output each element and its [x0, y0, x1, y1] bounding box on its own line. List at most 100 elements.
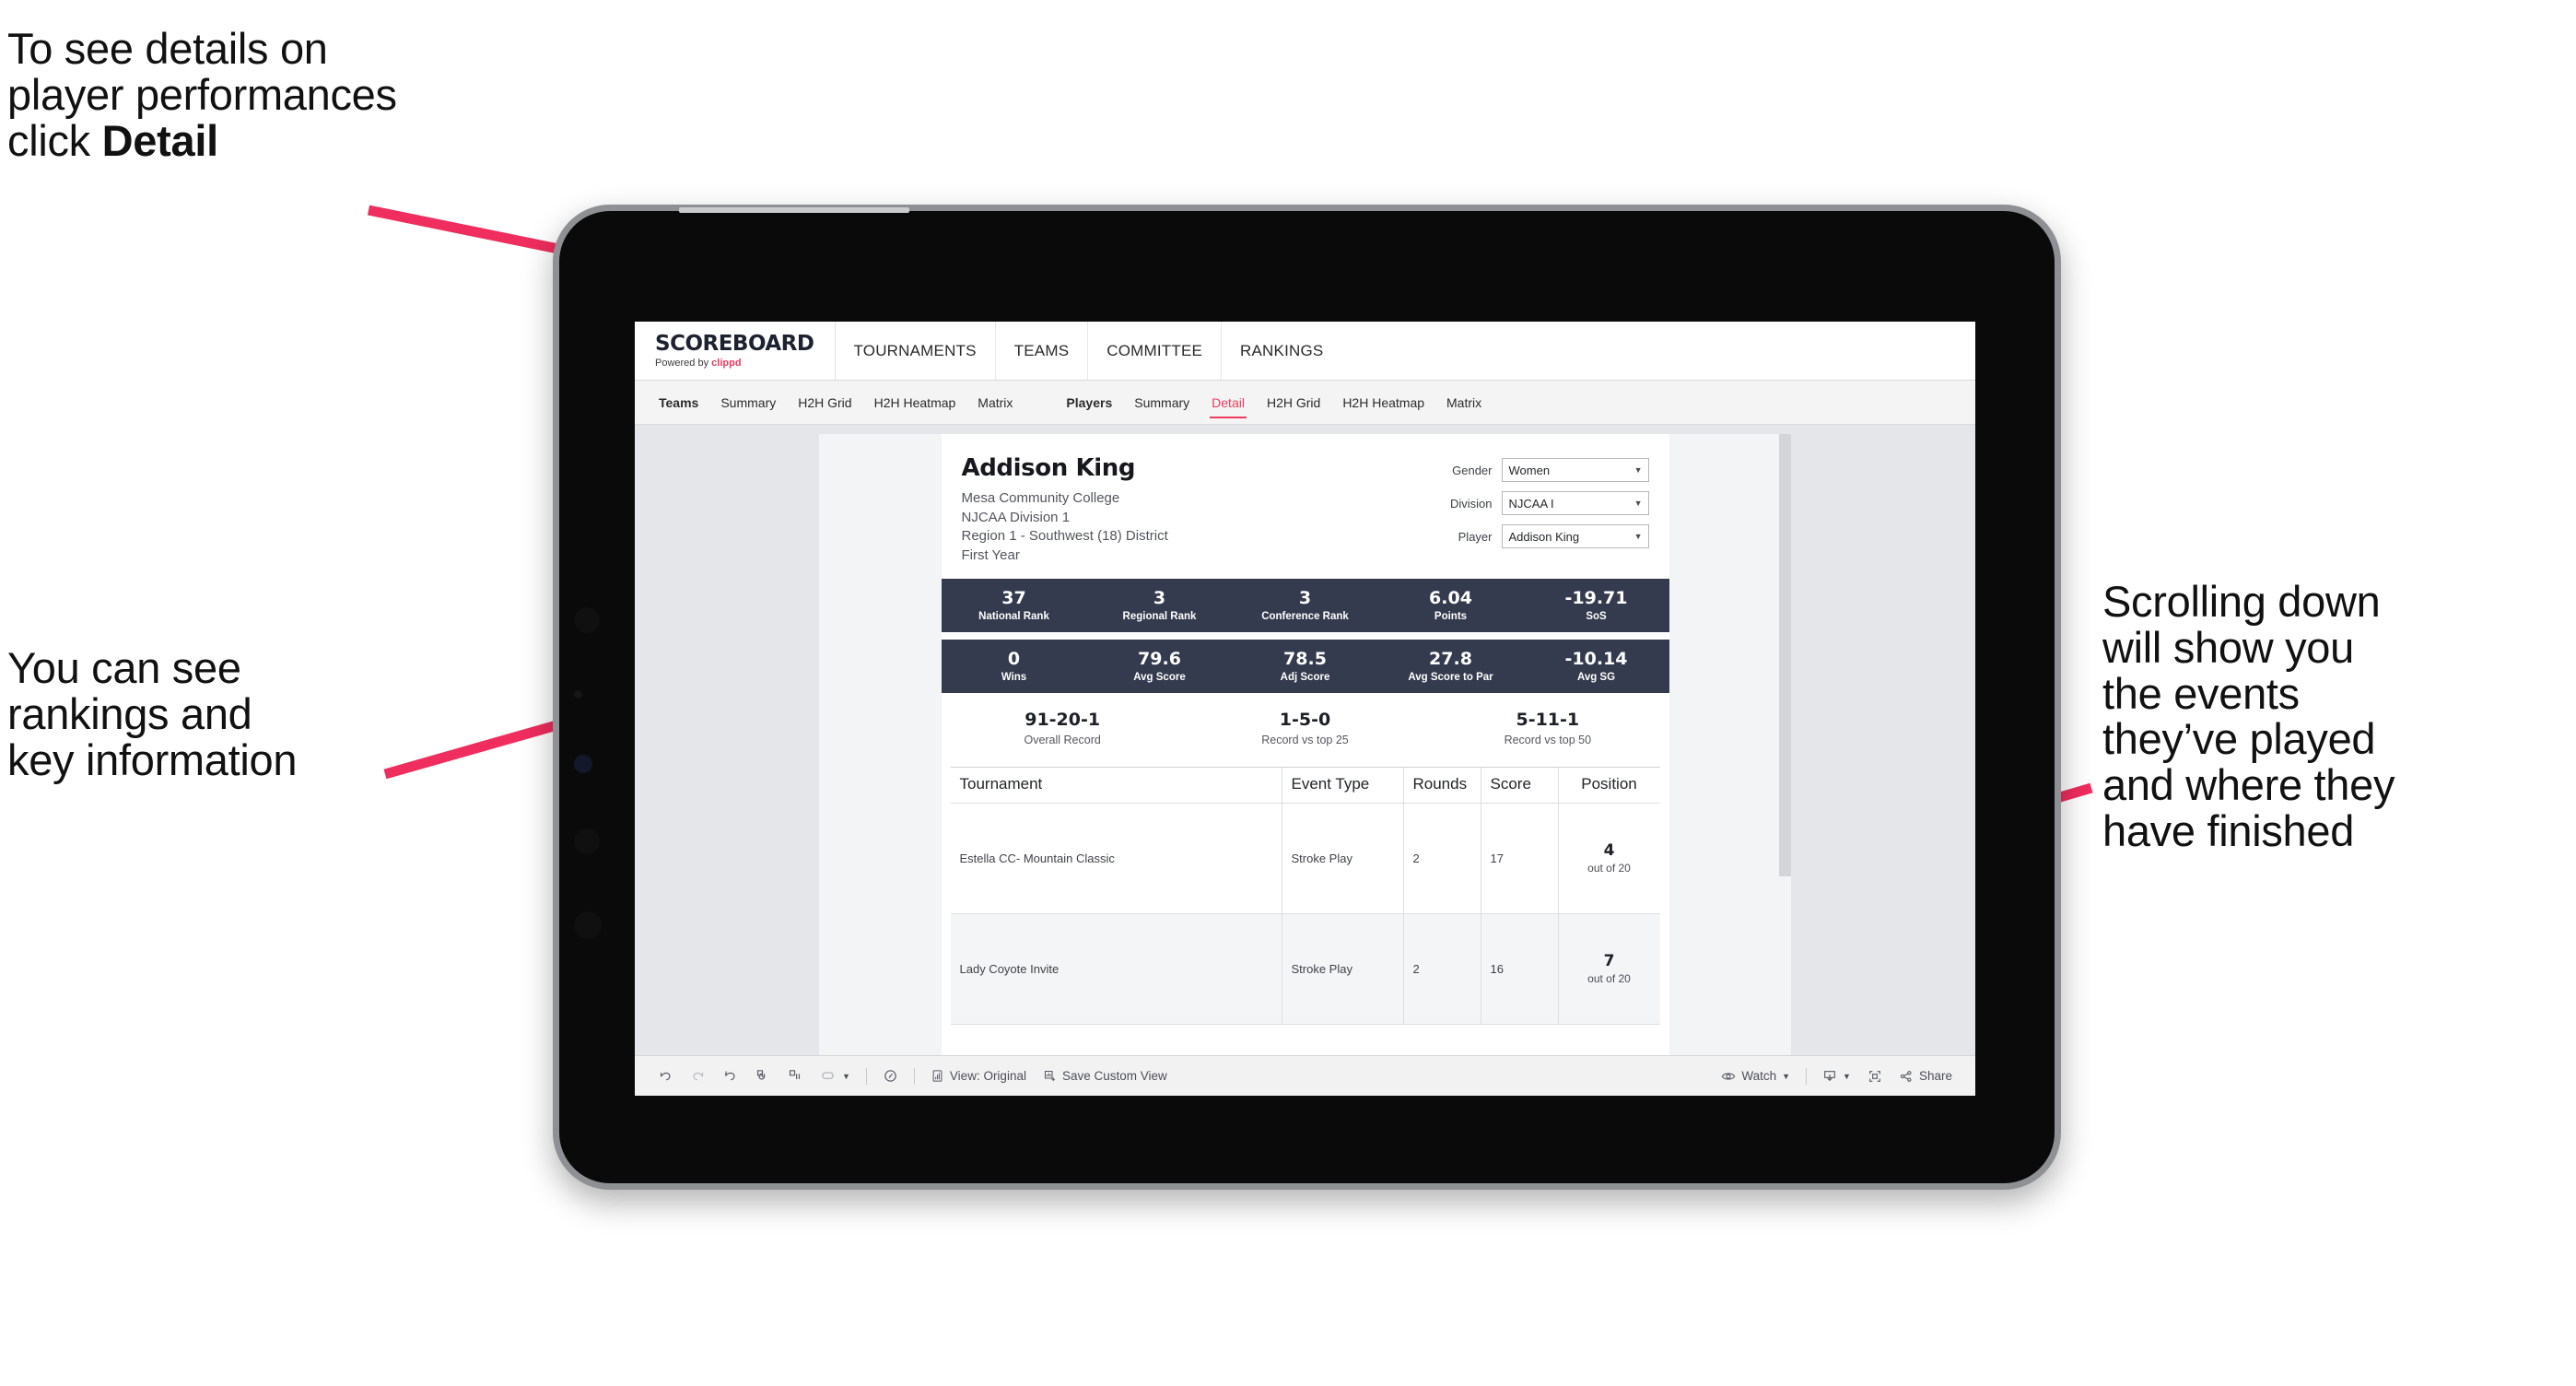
tablet-sensor-dot: [574, 607, 600, 633]
device-preview-icon: [819, 1068, 837, 1084]
tab-players-summary[interactable]: Summary: [1123, 381, 1200, 424]
share-button[interactable]: Share: [1891, 1069, 1961, 1084]
tab-players-h2h-heatmap[interactable]: H2H Heatmap: [1331, 381, 1435, 424]
column-header-score: Score: [1481, 767, 1559, 804]
chevron-down-icon: ▼: [1633, 465, 1643, 475]
nav-item-committee[interactable]: COMMITTEE: [1088, 322, 1223, 380]
gender-select[interactable]: Women ▼: [1501, 458, 1649, 482]
callout-scroll-note: Scrolling down will show you the events …: [2102, 577, 2395, 856]
undo-button[interactable]: [650, 1068, 682, 1084]
undo-icon: [658, 1068, 673, 1084]
tab-teams-h2h-heatmap[interactable]: H2H Heatmap: [863, 381, 967, 424]
filter-player: Player Addison King ▼: [1410, 524, 1649, 548]
download-button[interactable]: ▼: [1814, 1069, 1859, 1084]
stat-value: 6.04: [1429, 587, 1472, 608]
refresh-data-button[interactable]: [746, 1068, 779, 1084]
gender-select-value: Women: [1508, 463, 1551, 477]
stat-value: 3: [1298, 587, 1312, 608]
tab-teams-h2h-grid[interactable]: H2H Grid: [787, 381, 862, 424]
position-field-size: out of 20: [1587, 972, 1631, 986]
division-select[interactable]: NJCAA I ▼: [1501, 491, 1649, 515]
position-value: 7: [1603, 952, 1615, 971]
filter-division: Division NJCAA I ▼: [1410, 491, 1649, 515]
stat-national-rank: 37 National Rank: [942, 579, 1087, 632]
nav-item-rankings[interactable]: RANKINGS: [1222, 322, 1341, 380]
player-school: Mesa Community College: [961, 490, 1120, 506]
full-screen-button[interactable]: [1859, 1069, 1891, 1084]
tablet-sensor-dot: [574, 690, 582, 699]
redo-icon: [690, 1068, 706, 1084]
stat-value: 79.6: [1138, 648, 1181, 669]
watch-button[interactable]: Watch ▼: [1713, 1069, 1798, 1084]
stat-label: Conference Rank: [1261, 610, 1349, 622]
record-label: Record vs top 50: [1504, 733, 1592, 746]
cell-rounds: 2: [1403, 803, 1481, 914]
stat-value: 27.8: [1429, 648, 1472, 669]
position-value: 4: [1603, 841, 1615, 861]
record-value: 1-5-0: [1279, 709, 1331, 730]
stat-label: Points: [1434, 610, 1468, 622]
record-overall: 91-20-1 Overall Record: [942, 710, 1184, 746]
tab-players-detail[interactable]: Detail: [1200, 381, 1256, 424]
player-region: Region 1 - Southwest (18) District: [961, 528, 1168, 545]
player-identity: Addison King Mesa Community College NJCA…: [962, 454, 1410, 566]
stat-label: Avg Score to Par: [1408, 671, 1493, 683]
player-division: NJCAA Division 1: [961, 509, 1071, 525]
stat-label: National Rank: [978, 610, 1049, 622]
stat-value: -10.14: [1564, 648, 1628, 669]
tab-teams[interactable]: Teams: [648, 381, 709, 424]
redo-button[interactable]: [682, 1068, 714, 1084]
stats-band-scoring: 0 Wins 79.6 Avg Score 78.5 Adj Score 27.…: [941, 639, 1669, 693]
stat-regional-rank: 3 Regional Rank: [1087, 579, 1233, 632]
table-row[interactable]: Estella CC- Mountain Classic Stroke Play…: [950, 803, 1660, 914]
stat-value: 37: [1001, 587, 1026, 608]
watch-label: Watch: [1741, 1069, 1777, 1083]
position-field-size: out of 20: [1587, 862, 1631, 875]
chevron-down-icon: ▼: [842, 1071, 850, 1081]
tablet-camera-icon: [574, 755, 592, 773]
player-detail-card: Addison King Mesa Community College NJCA…: [941, 434, 1669, 1096]
cell-position: 4 out of 20: [1558, 804, 1660, 914]
column-header-rounds: Rounds: [1403, 767, 1481, 804]
record-vs-top-25: 1-5-0 Record vs top 25: [1184, 710, 1426, 746]
app-screen: SCOREBOARD Powered by clippd TOURNAMENTS…: [635, 322, 1975, 1096]
share-icon: [1899, 1069, 1914, 1084]
data-details-button[interactable]: [874, 1068, 907, 1084]
stat-label: SoS: [1586, 610, 1607, 622]
player-select[interactable]: Addison King ▼: [1501, 524, 1649, 548]
pause-updates-button[interactable]: [779, 1068, 811, 1084]
stat-label: Regional Rank: [1122, 610, 1197, 622]
toolbar-divider: [865, 1067, 867, 1085]
vertical-scrollbar[interactable]: [1779, 434, 1791, 876]
stat-value: 3: [1153, 587, 1166, 608]
brand-logo[interactable]: SCOREBOARD Powered by clippd: [635, 322, 836, 380]
save-custom-view-label: Save Custom View: [1061, 1069, 1167, 1083]
view-original-button[interactable]: View: Original: [922, 1069, 1035, 1083]
page-title: Addison King: [961, 454, 1136, 482]
toolbar-divider: [913, 1067, 915, 1085]
tab-players[interactable]: Players: [1055, 381, 1123, 424]
nav-item-tournaments[interactable]: TOURNAMENTS: [836, 322, 996, 380]
tab-teams-matrix[interactable]: Matrix: [966, 381, 1024, 424]
stat-adj-score: 78.5 Adj Score: [1233, 640, 1378, 693]
column-header-tournament: Tournament: [950, 767, 1282, 804]
record-summary-row: 91-20-1 Overall Record 1-5-0 Record vs t…: [941, 692, 1669, 761]
save-custom-view-button[interactable]: Save Custom View: [1035, 1069, 1176, 1083]
tab-teams-summary[interactable]: Summary: [709, 381, 787, 424]
player-header: Addison King Mesa Community College NJCA…: [942, 445, 1669, 573]
table-row[interactable]: Lady Coyote Invite Stroke Play 2 16 7 ou…: [950, 913, 1660, 1025]
tab-players-matrix[interactable]: Matrix: [1435, 381, 1493, 424]
tab-players-h2h-grid[interactable]: H2H Grid: [1256, 381, 1331, 424]
cell-score: 16: [1481, 913, 1559, 1025]
record-value: 91-20-1: [1025, 709, 1101, 730]
top-navigation-bar: SCOREBOARD Powered by clippd TOURNAMENTS…: [635, 322, 1975, 381]
division-select-value: NJCAA I: [1508, 496, 1554, 511]
revert-button[interactable]: [714, 1068, 746, 1084]
device-preview-button[interactable]: ▼: [811, 1068, 859, 1084]
tablet-device: SCOREBOARD Powered by clippd TOURNAMENTS…: [553, 205, 2061, 1190]
slide-canvas: To see details on player performances cl…: [0, 0, 2576, 1386]
dashboard-toolbar: ▼ View: Original Save Custom View Watch …: [635, 1055, 1975, 1096]
nav-item-teams[interactable]: TEAMS: [996, 322, 1089, 380]
revert-icon: [722, 1068, 738, 1084]
teams-tab-group: Teams Summary H2H Grid H2H Heatmap Matri…: [648, 381, 1024, 424]
